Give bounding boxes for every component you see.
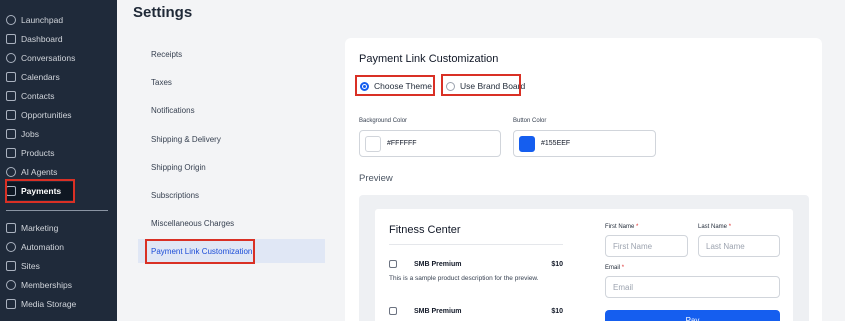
button-color-label: Button Color: [513, 118, 547, 124]
sidebar-item-label: Products: [21, 148, 55, 158]
first-name-label: First Name *: [605, 224, 639, 230]
color-swatch[interactable]: [365, 135, 381, 152]
settings-menu-shipping-origin[interactable]: Shipping Origin: [138, 155, 325, 179]
sidebar-item-opportunities[interactable]: Opportunities: [6, 106, 72, 124]
product-name: SMB Premium: [414, 307, 462, 315]
sites-icon: [6, 261, 16, 271]
box-icon: [389, 260, 397, 268]
sidebar-item-label: Conversations: [21, 53, 76, 63]
product-description: This is a sample product description for…: [389, 275, 539, 282]
background-color-value: #FFFFFF: [387, 140, 417, 147]
box-icon: [6, 148, 16, 158]
sidebar-item-label: Launchpad: [21, 15, 64, 25]
settings-menu-taxes[interactable]: Taxes: [138, 70, 325, 94]
last-name-label: Last Name *: [698, 224, 732, 230]
button-color-value: #155EEF: [541, 140, 571, 147]
automation-icon: [6, 242, 16, 252]
pay-button[interactable]: Pay: [605, 310, 780, 321]
settings-menu-receipts[interactable]: Receipts: [138, 42, 325, 66]
settings-menu-shipping-delivery[interactable]: Shipping & Delivery: [138, 127, 325, 151]
sidebar-item-label: Jobs: [21, 129, 39, 139]
settings-menu-subscriptions[interactable]: Subscriptions: [138, 183, 325, 207]
sidebar-item-jobs[interactable]: Jobs: [6, 125, 39, 143]
sidebar-item-launchpad[interactable]: Launchpad: [6, 11, 63, 29]
opportunities-icon: [6, 110, 16, 120]
sparkle-icon: [6, 167, 16, 177]
highlight-box: [355, 75, 435, 96]
page-title: Settings: [133, 4, 193, 21]
email-label: Email *: [605, 265, 625, 271]
sidebar-item-label: Contacts: [21, 91, 55, 101]
color-swatch[interactable]: [519, 135, 535, 152]
sidebar-item-sites[interactable]: Sites: [6, 257, 40, 275]
sidebar-item-label: Marketing: [21, 223, 59, 233]
sidebar-item-label: Media Storage: [21, 299, 77, 309]
highlight-box: [441, 74, 521, 96]
email-input[interactable]: Email: [605, 276, 780, 298]
grid-icon: [6, 34, 16, 44]
sidebar-item-contacts[interactable]: Contacts: [6, 87, 55, 105]
box-icon: [389, 307, 397, 315]
membership-icon: [6, 280, 16, 290]
card-title: Payment Link Customization: [359, 53, 499, 65]
sidebar-item-label: Dashboard: [21, 34, 63, 44]
sidebar-item-calendars[interactable]: Calendars: [6, 68, 60, 86]
image-icon: [6, 299, 16, 309]
sidebar-item-label: Sites: [21, 261, 40, 271]
sidebar-divider: [6, 210, 108, 211]
send-icon: [6, 223, 16, 233]
sidebar-item-label: Memberships: [21, 280, 73, 290]
sidebar-item-memberships[interactable]: Memberships: [6, 276, 72, 294]
highlight-box: [145, 239, 255, 264]
highlight-box: [5, 179, 75, 203]
calendar-icon: [6, 72, 16, 82]
divider: [389, 244, 563, 245]
sidebar: Launchpad Dashboard Conversations Calend…: [0, 0, 117, 321]
product-price: $10: [551, 260, 563, 268]
sidebar-item-automation[interactable]: Automation: [6, 238, 64, 256]
product-row: SMB Premium $10: [389, 258, 563, 270]
sidebar-item-products[interactable]: Products: [6, 144, 55, 162]
product-price: $10: [551, 307, 563, 315]
sidebar-item-label: Opportunities: [21, 110, 72, 120]
contacts-icon: [6, 91, 16, 101]
preview-label: Preview: [359, 173, 393, 184]
sidebar-item-label: Automation: [21, 242, 64, 252]
settings-menu-notifications[interactable]: Notifications: [138, 98, 325, 122]
sidebar-item-marketing[interactable]: Marketing: [6, 219, 58, 237]
business-name: Fitness Center: [389, 224, 461, 236]
settings-menu-misc-charges[interactable]: Miscellaneous Charges: [138, 211, 325, 235]
background-color-field[interactable]: #FFFFFF: [359, 130, 501, 157]
sidebar-item-conversations[interactable]: Conversations: [6, 49, 75, 67]
sidebar-item-label: Calendars: [21, 72, 60, 82]
sidebar-item-media-storage[interactable]: Media Storage: [6, 295, 76, 313]
first-name-input[interactable]: First Name: [605, 235, 688, 257]
product-name: SMB Premium: [414, 260, 462, 268]
button-color-field[interactable]: #155EEF: [513, 130, 656, 157]
last-name-input[interactable]: Last Name: [698, 235, 780, 257]
product-row: SMB Premium $10: [389, 305, 563, 317]
sidebar-item-dashboard[interactable]: Dashboard: [6, 30, 63, 48]
sidebar-item-label: AI Agents: [21, 167, 58, 177]
briefcase-icon: [6, 129, 16, 139]
background-color-label: Background Color: [359, 118, 408, 124]
chat-bubble-icon: [6, 53, 16, 63]
rocket-icon: [6, 15, 16, 25]
